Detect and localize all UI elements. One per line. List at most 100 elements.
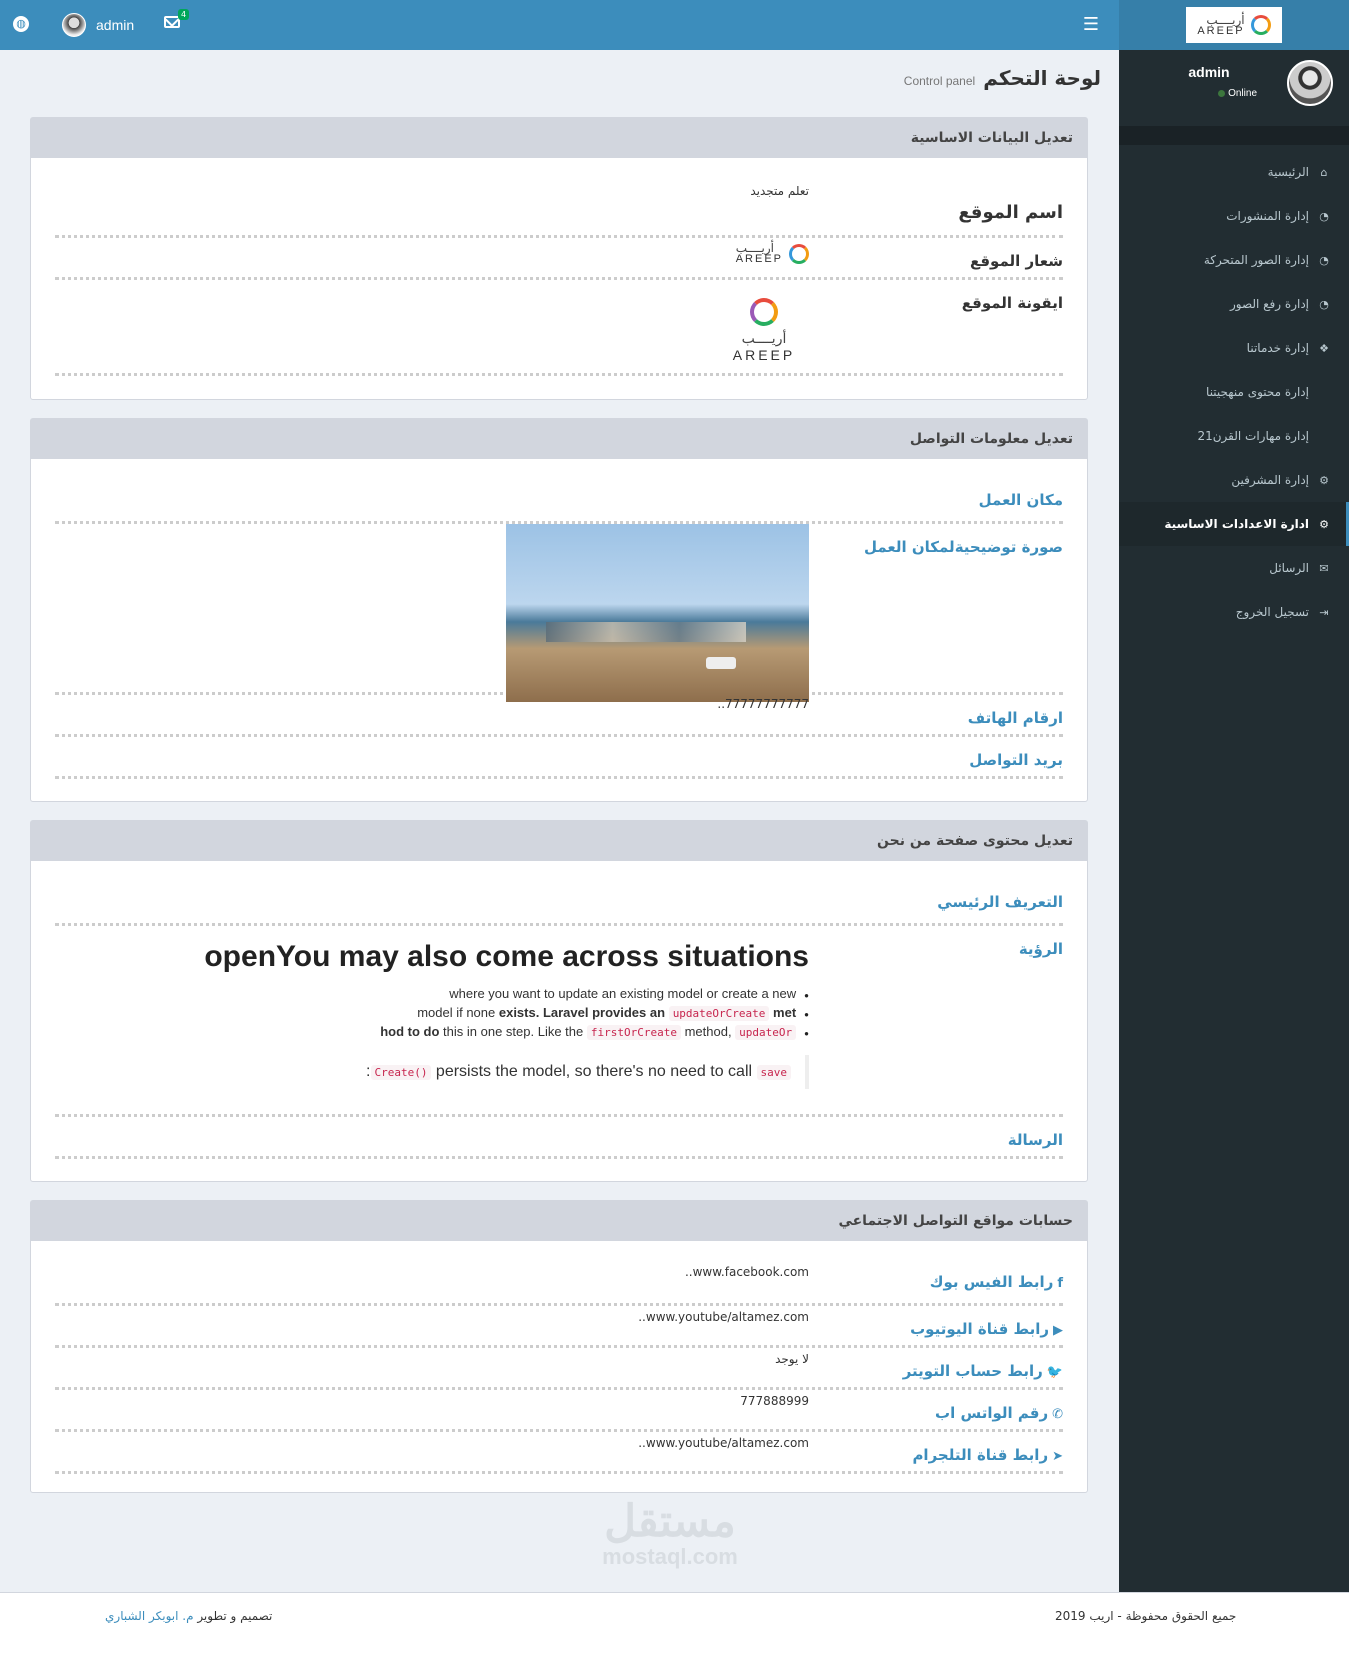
site-icon-label: ايقونة الموقع <box>961 294 1063 312</box>
globe-icon[interactable]: ◍ <box>13 16 29 32</box>
twitter-label: 🐦رابط حساب التويتر <box>902 1362 1063 1380</box>
email-row: بريد التواصل <box>55 737 1063 779</box>
workplace-photo-label: صورة توضيحيةلمكان العمل <box>863 538 1063 556</box>
vision-list: where you want to update an existing mod… <box>55 986 809 1040</box>
list-item: where you want to update an existing mod… <box>55 986 809 1001</box>
facebook-value: www.facebook.com.. <box>684 1265 809 1279</box>
sidebar-item-admins[interactable]: ⚙ إدارة المشرفين <box>1119 458 1349 502</box>
youtube-label: ▶رابط قناة اليوتيوب <box>910 1320 1063 1338</box>
sidebar-item-posts[interactable]: ◔ إدارة المنشورات <box>1119 194 1349 238</box>
mail-count-badge: 4 <box>178 9 190 20</box>
twitter-row: 🐦رابط حساب التويتر لا يوجد <box>55 1348 1063 1390</box>
list-item: hod to do this in one step. Like the fir… <box>55 1024 809 1040</box>
sidebar-item-methodology[interactable]: إدارة محتوى منهجيتنا <box>1119 370 1349 414</box>
whatsapp-icon: ✆ <box>1052 1407 1063 1422</box>
social-box: حسابات مواقع التواصل الاجتماعي fرابط الف… <box>30 1200 1088 1493</box>
cubes-icon: ❖ <box>1319 341 1329 355</box>
telegram-value: www.youtube/altamez.com.. <box>638 1436 809 1450</box>
sidebar-item-services[interactable]: ❖ إدارة خدماتنا <box>1119 326 1349 370</box>
page-title: لوحة التحكم <box>983 66 1101 90</box>
sign-out-icon: ⇥ <box>1319 605 1329 619</box>
site-logo: أريــــب AREEP <box>1186 7 1282 43</box>
workplace-row: مكان العمل <box>55 459 1063 524</box>
whatsapp-row: ✆رقم الواتس اب 777888999 <box>55 1390 1063 1432</box>
intro-label: التعريف الرئيسي <box>937 893 1063 911</box>
phones-label: ارقام الهاتف <box>967 709 1063 727</box>
site-logo-label: شعار الموقع <box>969 252 1063 270</box>
site-logo-image: أريــــب AREEP <box>55 242 809 265</box>
about-box: تعديل محتوى صفحة من نحن التعريف الرئيسي … <box>30 820 1088 1182</box>
sidebar-item-skills[interactable]: إدارة مهارات القرن21 <box>1119 414 1349 458</box>
facebook-label: fرابط الفيس بوك <box>929 1273 1063 1291</box>
phones-row: ارقام الهاتف 77777777777.. <box>55 695 1063 737</box>
envelope-icon: ✉ <box>1319 561 1329 575</box>
telegram-icon: ➤ <box>1052 1449 1063 1464</box>
avatar <box>1287 60 1333 106</box>
site-name-value: تعلم متجديد <box>750 184 809 198</box>
logo-ring-icon <box>789 243 809 264</box>
footer-credits: تصميم و تطوير م. ابوبكر الشباري <box>105 1609 273 1623</box>
home-icon: ⌂ <box>1320 165 1328 179</box>
dashboard-icon: ◔ <box>1319 297 1329 311</box>
message-row: الرسالة <box>55 1117 1063 1159</box>
box-title: تعديل محتوى صفحة من نحن <box>31 821 1087 861</box>
vision-title: openYou may also come across situations <box>204 940 809 973</box>
online-dot-icon <box>1218 90 1226 97</box>
telegram-label: ➤رابط قناة التلجرام <box>912 1446 1063 1464</box>
twitter-value: لا يوجد <box>775 1352 809 1366</box>
dashboard-icon: ◔ <box>1319 209 1329 223</box>
vision-row: الرؤية openYou may also come across situ… <box>55 926 1063 1117</box>
sidebar: admin Online ⌂ الرئيسية ◔ إدارة المنشورات … <box>1119 50 1349 1659</box>
sidebar-item-logout[interactable]: ⇥ تسجيل الخروج <box>1119 590 1349 634</box>
top-navbar: ◍ admin 4 ☰ <box>0 0 1119 50</box>
site-name-row: اسم الموقع تعلم متجديد <box>55 158 1063 238</box>
youtube-row: ▶رابط قناة اليوتيوب www.youtube/altamez.… <box>55 1306 1063 1348</box>
cogs-icon: ⚙ <box>1319 473 1329 487</box>
vision-quote: : Create() persists the model, so there's… <box>352 1055 809 1089</box>
email-label: بريد التواصل <box>969 751 1063 769</box>
footer: تصميم و تطوير م. ابوبكر الشباري جميع الح… <box>0 1592 1349 1659</box>
youtube-icon: ▶ <box>1053 1323 1063 1338</box>
menu-toggle-icon[interactable]: ☰ <box>1083 14 1099 35</box>
basic-data-box: تعديل البيانات الاساسية اسم الموقع تعلم … <box>30 117 1088 400</box>
sidebar-item-messages[interactable]: ✉ الرسائل <box>1119 546 1349 590</box>
workplace-label: مكان العمل <box>978 491 1063 509</box>
list-item: model if none exists. Laravel provides a… <box>55 1005 809 1021</box>
logo-ring-icon <box>1250 15 1271 35</box>
footer-rights: جميع الحقوق محفوظة - اريب 2019 <box>1055 1609 1237 1623</box>
sidebar-username: admin <box>1188 64 1230 80</box>
facebook-row: fرابط الفيس بوك www.facebook.com.. <box>55 1241 1063 1306</box>
user-menu[interactable]: admin <box>62 13 134 37</box>
page-subtitle: Control panel <box>903 74 976 88</box>
bulb-icon <box>750 298 778 326</box>
page-header: لوحة التحكم Control panel <box>904 66 1101 90</box>
avatar <box>62 13 86 37</box>
vision-label: الرؤية <box>1018 940 1063 958</box>
main-content: لوحة التحكم Control panel تعديل البيانات… <box>0 50 1119 1659</box>
intro-row: التعريف الرئيسي <box>55 861 1063 926</box>
vision-content: openYou may also come across situations … <box>55 926 809 1114</box>
sidebar-item-uploads[interactable]: ◔ إدارة رفع الصور <box>1119 282 1349 326</box>
site-logo-row: شعار الموقع أريــــب AREEP <box>55 238 1063 280</box>
logo-area[interactable]: أريــــب AREEP <box>1119 0 1349 50</box>
workplace-photo-row: صورة توضيحيةلمكان العمل <box>55 524 1063 702</box>
site-icon-image: أريــــب AREEP <box>719 298 809 363</box>
designer-link[interactable]: م. ابوبكر الشباري <box>105 1609 194 1623</box>
workplace-photo <box>506 524 809 702</box>
dashboard-icon: ◔ <box>1319 253 1329 267</box>
sidebar-item-sliders[interactable]: ◔ إدارة الصور المتحركة <box>1119 238 1349 282</box>
site-name-label: اسم الموقع <box>958 202 1063 223</box>
sidebar-item-settings[interactable]: ⚙ ادارة الاعدادات الاساسية <box>1119 502 1349 546</box>
sidebar-menu: ⌂ الرئيسية ◔ إدارة المنشورات ◔ إدارة الصور … <box>1119 145 1349 634</box>
message-label: الرسالة <box>1007 1131 1063 1149</box>
telegram-row: ➤رابط قناة التلجرام www.youtube/altamez.… <box>55 1432 1063 1474</box>
twitter-icon: 🐦 <box>1046 1365 1063 1380</box>
phones-value: 77777777777.. <box>717 697 809 711</box>
whatsapp-label: ✆رقم الواتس اب <box>935 1404 1063 1422</box>
box-title: حسابات مواقع التواصل الاجتماعي <box>31 1201 1087 1241</box>
box-title: تعديل البيانات الاساسية <box>31 118 1087 158</box>
sidebar-item-home[interactable]: ⌂ الرئيسية <box>1119 150 1349 194</box>
box-title: تعديل معلومات التواصل <box>31 419 1087 459</box>
whatsapp-value: 777888999 <box>740 1394 809 1408</box>
user-panel: admin Online <box>1119 50 1349 127</box>
